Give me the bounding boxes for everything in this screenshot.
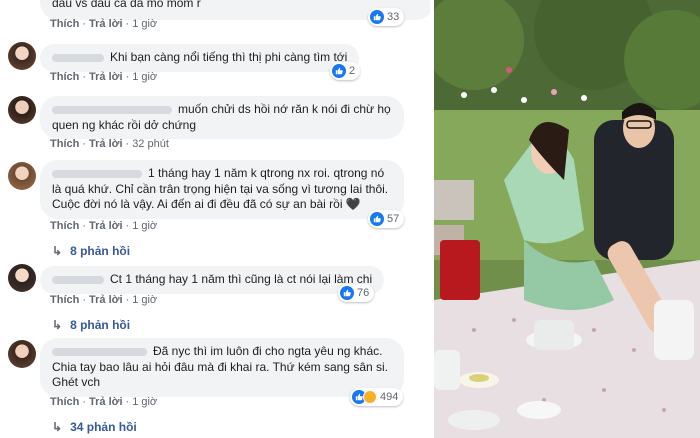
thumbs-up-icon [340,286,354,300]
commenter-name-blurred[interactable] [52,105,172,114]
view-replies-button[interactable]: ↳ 8 phản hồi [52,244,130,258]
timestamp: 1 giờ [132,294,158,306]
like-link[interactable]: Thích [50,220,79,232]
reply-link[interactable]: Trả lời [89,18,123,30]
thumbs-up-icon [332,64,346,78]
commenter-name-blurred[interactable] [52,53,104,62]
view-replies-button[interactable]: ↳ 8 phản hồi [52,318,130,332]
avatar[interactable] [8,264,36,292]
comments-panel: dau vs dau ca da mo mom r 33 Thích · Trả l… [0,0,430,438]
comment-item: Khi bạn càng nổi tiếng thì thị phi càng … [0,40,430,90]
reaction-count[interactable]: 2 [330,62,361,80]
like-link[interactable]: Thích [50,396,79,408]
photo-illustration [434,0,700,438]
timestamp: 1 giờ [132,396,158,408]
like-link[interactable]: Thích [50,71,79,83]
comment-item: dau vs dau ca da mo mom r 33 Thích · Trả l… [0,0,430,32]
reaction-count[interactable]: 494 [350,388,404,406]
comment-text: Khi bạn càng nổi tiếng thì thị phi càng … [110,50,348,64]
view-replies-button[interactable]: ↳ 34 phản hồi [52,420,137,434]
like-link[interactable]: Thích [50,138,79,150]
like-link[interactable]: Thích [50,294,79,306]
reply-link[interactable]: Trả lời [89,396,123,408]
comment-text: dau vs dau ca da mo mom r [52,0,201,10]
comment-item: 1 tháng hay 1 năm k qtrong nx roi. qtron… [0,160,430,260]
comment-bubble: muốn chửi ds hồi nớ răn k nói đi chừ họ … [40,96,404,139]
comment-actions: Thích · Trả lời · 32 phút [50,138,169,150]
comment-item: Đã nyc thì im luôn đi cho ngta yêu ng kh… [0,338,430,438]
thumbs-up-icon [370,10,384,24]
comment-actions: Thích · Trả lời · 1 giờ [50,294,158,306]
like-link[interactable]: Thích [50,18,79,30]
comment-actions: Thích · Trả lời · 1 giờ [50,18,158,30]
reply-link[interactable]: Trả lời [89,294,123,306]
comment-bubble: Đã nyc thì im luôn đi cho ngta yêu ng kh… [40,338,404,397]
comment-bubble: Ct 1 tháng hay 1 năm thì cũng là ct nói … [40,266,385,294]
reply-link[interactable]: Trả lời [89,71,123,83]
comment-actions: Thích · Trả lời · 1 giờ [50,396,158,408]
commenter-name-blurred[interactable] [52,275,104,284]
timestamp: 1 giờ [132,18,158,30]
reply-link[interactable]: Trả lời [89,220,123,232]
thumbs-up-icon [370,212,384,226]
commenter-name-blurred[interactable] [52,347,147,356]
comment-item: muốn chửi ds hồi nớ răn k nói đi chừ họ … [0,92,430,154]
avatar[interactable] [8,96,36,124]
comment-bubble: Khi bạn càng nổi tiếng thì thị phi càng … [40,44,360,72]
reply-arrow-icon: ↳ [52,420,63,434]
timestamp: 32 phút [132,138,169,150]
reaction-count[interactable]: 76 [338,284,375,302]
timestamp: 1 giờ [132,71,158,83]
avatar[interactable] [8,340,36,368]
comment-bubble: 1 tháng hay 1 năm k qtrong nx roi. qtron… [40,160,404,219]
reaction-count[interactable]: 33 [368,8,405,26]
reaction-count[interactable]: 57 [368,210,405,228]
comment-text: Ct 1 tháng hay 1 năm thì cũng là ct nói … [110,272,373,286]
comment-item: Ct 1 tháng hay 1 năm thì cũng là ct nói … [0,262,430,342]
commenter-name-blurred[interactable] [52,169,142,178]
reply-arrow-icon: ↳ [52,318,63,332]
picnic-photo [434,0,700,438]
reply-link[interactable]: Trả lời [89,138,123,150]
comment-actions: Thích · Trả lời · 1 giờ [50,71,158,83]
avatar[interactable] [8,162,36,190]
avatar[interactable] [8,42,36,70]
comment-actions: Thích · Trả lời · 1 giờ [50,220,158,232]
timestamp: 1 giờ [132,220,158,232]
haha-emoji-icon [363,390,377,404]
reply-arrow-icon: ↳ [52,244,63,258]
